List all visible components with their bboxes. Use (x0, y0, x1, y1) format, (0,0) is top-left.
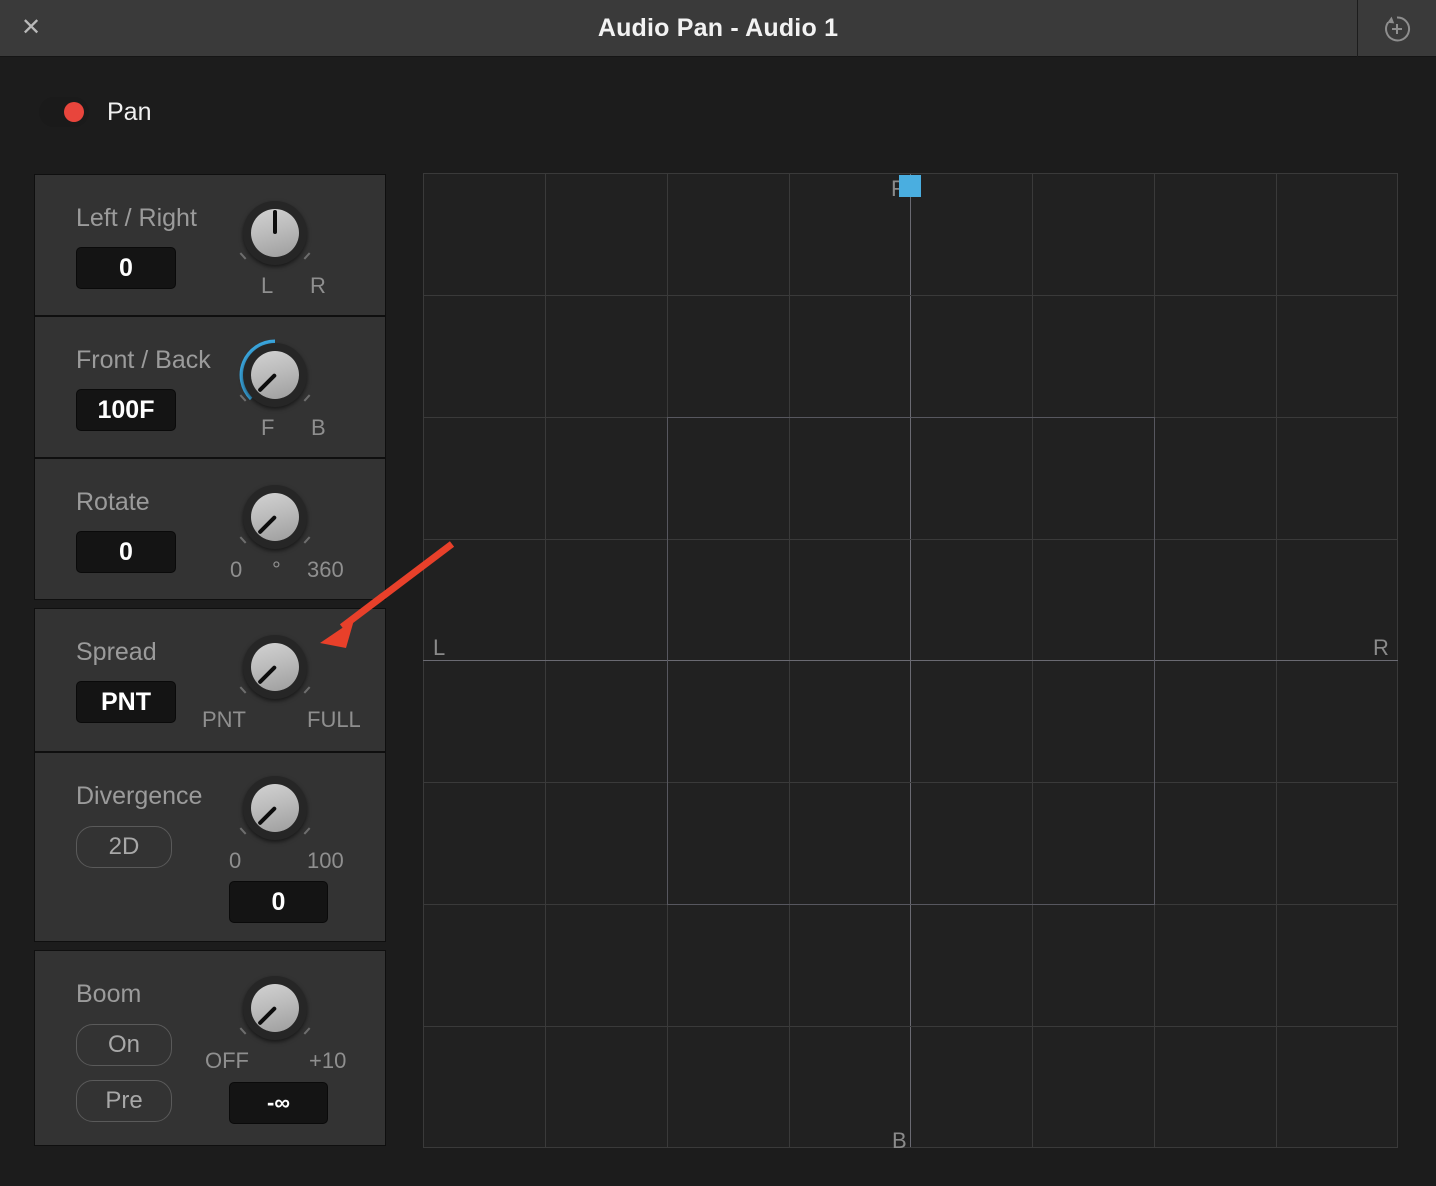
rotate-value[interactable]: 0 (76, 531, 176, 573)
front-back-min-label: F (261, 415, 275, 440)
toggle-indicator-dot (64, 102, 84, 122)
rotate-unit-label: ° (272, 557, 281, 582)
divergence-label: Divergence (76, 782, 203, 810)
knob-tick-left (239, 686, 247, 694)
grid-line-horizontal (423, 295, 1398, 296)
boom-max-label: +10 (309, 1048, 347, 1073)
rotate-label: Rotate (76, 488, 150, 516)
spread-knob[interactable] (239, 635, 311, 699)
knob-tick-left (239, 1027, 247, 1035)
left-right-min-label: L (261, 273, 274, 298)
divergence-max-label: 100 (307, 848, 344, 873)
grid-label-left: L (433, 635, 446, 660)
knob-tick-right (303, 686, 311, 694)
knob-tick-right (303, 1027, 311, 1035)
pan-enable-toggle[interactable] (39, 97, 89, 127)
rotate-knob[interactable] (239, 485, 311, 549)
knob-tick-right (303, 252, 311, 260)
grid-line-horizontal (423, 173, 1398, 174)
control-group-spread: Spread PNT PNT FULL (34, 608, 386, 752)
front-back-knob[interactable] (239, 339, 311, 407)
divergence-min-label: 0 (229, 848, 242, 873)
boom-label: Boom (76, 980, 142, 1008)
control-panel: Left / Right 0 L R Front / Back 100F F B (34, 174, 386, 1146)
divergence-mode-button[interactable]: 2D (76, 826, 172, 868)
divergence-knob[interactable] (239, 776, 311, 840)
boom-min-label: OFF (205, 1048, 249, 1073)
pan-toggle-row: Pan (0, 57, 1436, 167)
left-right-value[interactable]: 0 (76, 247, 176, 289)
pan-position-marker[interactable] (899, 175, 921, 197)
grid-inner-region (667, 417, 1155, 905)
grid-label-right: R (1373, 635, 1389, 660)
reset-add-icon (1385, 15, 1411, 41)
boom-knob[interactable] (239, 976, 311, 1040)
pan-label: Pan (107, 98, 152, 126)
spread-max-label: FULL (307, 707, 361, 732)
rotate-max-label: 360 (307, 557, 344, 582)
spread-label: Spread (76, 638, 157, 666)
control-group-divergence: Divergence 2D 0 100 0 (34, 752, 386, 942)
knob-tick-left (239, 827, 247, 835)
front-back-value[interactable]: 100F (76, 389, 176, 431)
spread-value[interactable]: PNT (76, 681, 176, 723)
reset-button[interactable] (1357, 0, 1436, 57)
left-right-label: Left / Right (76, 204, 197, 232)
knob-tick-right (303, 827, 311, 835)
grid-line-horizontal (423, 1026, 1398, 1027)
knob-tick-left (239, 252, 247, 260)
front-back-max-label: B (311, 415, 326, 440)
divergence-value[interactable]: 0 (229, 881, 328, 923)
boom-pre-button[interactable]: Pre (76, 1080, 172, 1122)
grid-label-back: B (892, 1128, 907, 1153)
knob-pointer (273, 210, 277, 234)
window-title: Audio Pan - Audio 1 (597, 14, 839, 42)
rotate-min-label: 0 (230, 557, 243, 582)
control-group-boom: Boom On Pre OFF +10 -∞ (34, 950, 386, 1146)
left-right-max-label: R (310, 273, 326, 298)
control-group-front-back: Front / Back 100F F B (34, 316, 386, 458)
grid-line-horizontal (423, 1147, 1398, 1148)
window-titlebar: ✕ Audio Pan - Audio 1 (0, 0, 1436, 57)
boom-value[interactable]: -∞ (229, 1082, 328, 1124)
control-group-rotate: Rotate 0 0 ° 360 (34, 458, 386, 600)
knob-tick-left (239, 536, 247, 544)
knob-tick-right (303, 536, 311, 544)
boom-on-button[interactable]: On (76, 1024, 172, 1066)
front-back-label: Front / Back (76, 346, 211, 374)
pan-grid[interactable]: F B L R (423, 173, 1398, 1153)
spread-min-label: PNT (202, 707, 246, 732)
left-right-knob[interactable] (239, 201, 311, 265)
control-group-left-right: Left / Right 0 L R (34, 174, 386, 316)
